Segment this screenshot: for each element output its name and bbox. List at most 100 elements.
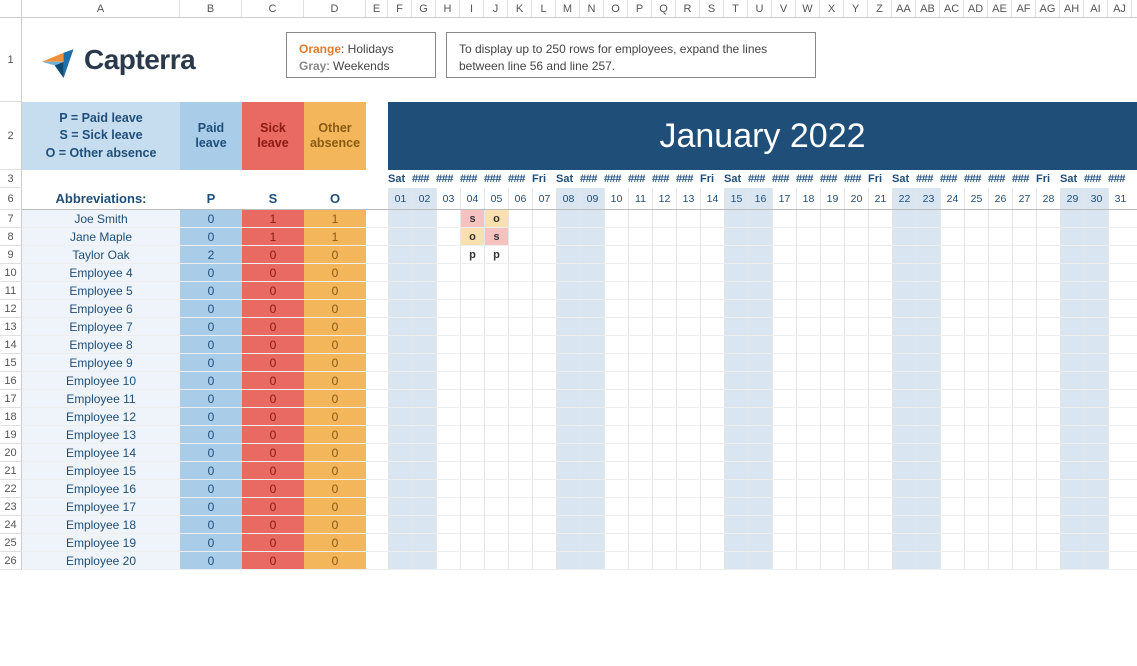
calendar-cell[interactable] xyxy=(436,462,460,479)
calendar-cell[interactable] xyxy=(628,354,652,371)
calendar-cell[interactable] xyxy=(436,210,460,227)
calendar-cell[interactable] xyxy=(1036,318,1060,335)
col-header-AD[interactable]: AD xyxy=(964,0,988,17)
paid-count-cell[interactable]: 0 xyxy=(180,390,242,407)
col-header-AF[interactable]: AF xyxy=(1012,0,1036,17)
calendar-cell[interactable] xyxy=(724,354,748,371)
col-header-H[interactable]: H xyxy=(436,0,460,17)
day-number-cell[interactable]: 02 xyxy=(412,188,436,209)
calendar-cell[interactable] xyxy=(724,300,748,317)
employee-name-cell[interactable]: Taylor Oak xyxy=(22,246,180,263)
calendar-cell[interactable] xyxy=(748,498,772,515)
employee-name-cell[interactable]: Employee 7 xyxy=(22,318,180,335)
row-header-20[interactable]: 20 xyxy=(0,444,22,462)
calendar-cell[interactable] xyxy=(796,228,820,245)
calendar-cell[interactable] xyxy=(940,354,964,371)
day-number-cell[interactable]: 07 xyxy=(532,188,556,209)
calendar-cell[interactable] xyxy=(676,336,700,353)
calendar-cell[interactable]: s xyxy=(460,210,484,227)
calendar-cell[interactable] xyxy=(988,336,1012,353)
calendar-cell[interactable] xyxy=(796,210,820,227)
calendar-cell[interactable] xyxy=(844,498,868,515)
col-header-O[interactable]: O xyxy=(604,0,628,17)
day-number-cell[interactable]: 27 xyxy=(1012,188,1036,209)
calendar-cell[interactable] xyxy=(916,210,940,227)
calendar-cell[interactable] xyxy=(436,246,460,263)
calendar-cell[interactable] xyxy=(724,264,748,281)
calendar-cell[interactable] xyxy=(1012,462,1036,479)
dow-cell[interactable]: ### xyxy=(964,170,988,188)
calendar-cell[interactable] xyxy=(436,534,460,551)
calendar-cell[interactable] xyxy=(460,462,484,479)
calendar-cell[interactable] xyxy=(988,228,1012,245)
calendar-cell[interactable] xyxy=(1060,552,1084,569)
calendar-cell[interactable] xyxy=(940,552,964,569)
calendar-cell[interactable] xyxy=(556,390,580,407)
calendar-cell[interactable] xyxy=(652,444,676,461)
calendar-cell[interactable] xyxy=(388,408,412,425)
other-count-cell[interactable]: 0 xyxy=(304,354,366,371)
calendar-cell[interactable] xyxy=(748,534,772,551)
calendar-cell[interactable] xyxy=(676,390,700,407)
calendar-cell[interactable] xyxy=(532,372,556,389)
calendar-cell[interactable] xyxy=(892,300,916,317)
other-count-cell[interactable]: 0 xyxy=(304,336,366,353)
dow-cell[interactable]: Sat xyxy=(1060,170,1084,188)
calendar-cell[interactable] xyxy=(868,534,892,551)
calendar-cell[interactable] xyxy=(412,516,436,533)
row-header-25[interactable]: 25 xyxy=(0,534,22,552)
calendar-cell[interactable] xyxy=(484,534,508,551)
employee-name-cell[interactable]: Employee 5 xyxy=(22,282,180,299)
calendar-cell[interactable] xyxy=(388,264,412,281)
calendar-cell[interactable] xyxy=(508,498,532,515)
calendar-cell[interactable] xyxy=(1084,480,1108,497)
dow-cell[interactable]: ### xyxy=(676,170,700,188)
calendar-cell[interactable] xyxy=(556,552,580,569)
row-header-6[interactable]: 6 xyxy=(0,188,22,210)
calendar-cell[interactable] xyxy=(820,480,844,497)
calendar-cell[interactable] xyxy=(1012,534,1036,551)
calendar-cell[interactable] xyxy=(1036,408,1060,425)
calendar-cell[interactable] xyxy=(940,534,964,551)
day-number-cell[interactable]: 16 xyxy=(748,188,772,209)
calendar-cell[interactable]: o xyxy=(484,210,508,227)
calendar-cell[interactable] xyxy=(748,264,772,281)
dow-cell[interactable]: ### xyxy=(940,170,964,188)
employee-name-cell[interactable]: Employee 9 xyxy=(22,354,180,371)
calendar-cell[interactable] xyxy=(508,300,532,317)
calendar-cell[interactable] xyxy=(892,426,916,443)
calendar-cell[interactable] xyxy=(772,426,796,443)
calendar-cell[interactable] xyxy=(748,390,772,407)
calendar-cell[interactable] xyxy=(676,408,700,425)
calendar-cell[interactable] xyxy=(1012,426,1036,443)
calendar-cell[interactable] xyxy=(964,264,988,281)
calendar-cell[interactable] xyxy=(1012,408,1036,425)
calendar-cell[interactable] xyxy=(916,318,940,335)
calendar-cell[interactable] xyxy=(892,372,916,389)
calendar-cell[interactable]: p xyxy=(460,246,484,263)
employee-name-cell[interactable]: Employee 19 xyxy=(22,534,180,551)
sick-count-cell[interactable]: 0 xyxy=(242,426,304,443)
calendar-cell[interactable] xyxy=(652,318,676,335)
calendar-cell[interactable] xyxy=(868,354,892,371)
calendar-cell[interactable] xyxy=(748,246,772,263)
calendar-cell[interactable] xyxy=(724,444,748,461)
calendar-cell[interactable] xyxy=(892,498,916,515)
calendar-cell[interactable] xyxy=(700,498,724,515)
calendar-cell[interactable] xyxy=(844,534,868,551)
calendar-cell[interactable] xyxy=(652,462,676,479)
day-number-cell[interactable]: 18 xyxy=(796,188,820,209)
calendar-cell[interactable] xyxy=(700,282,724,299)
calendar-cell[interactable] xyxy=(940,462,964,479)
col-header-C[interactable]: C xyxy=(242,0,304,17)
calendar-cell[interactable] xyxy=(940,390,964,407)
calendar-cell[interactable] xyxy=(532,210,556,227)
calendar-cell[interactable] xyxy=(1012,516,1036,533)
paid-count-cell[interactable]: 0 xyxy=(180,480,242,497)
dow-cell[interactable]: ### xyxy=(1108,170,1132,188)
calendar-cell[interactable] xyxy=(460,282,484,299)
calendar-cell[interactable] xyxy=(652,426,676,443)
calendar-cell[interactable] xyxy=(844,354,868,371)
calendar-cell[interactable] xyxy=(532,246,556,263)
calendar-cell[interactable] xyxy=(1108,318,1132,335)
